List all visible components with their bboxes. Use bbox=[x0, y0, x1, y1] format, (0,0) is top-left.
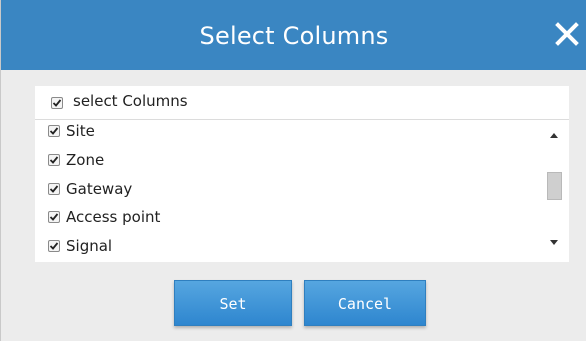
scrollbar-thumb[interactable] bbox=[547, 172, 562, 200]
checkmark-icon bbox=[49, 242, 59, 250]
column-list[interactable]: Site Zone Gateway Access point Signal bbox=[35, 120, 569, 262]
scroll-down-arrow-icon[interactable] bbox=[550, 240, 558, 245]
gateway-checkbox[interactable] bbox=[48, 183, 60, 195]
gateway-label: Gateway bbox=[66, 180, 133, 198]
signal-checkbox[interactable] bbox=[48, 240, 60, 252]
list-scrollbar[interactable] bbox=[540, 120, 569, 262]
dialog-titlebar: Select Columns bbox=[1, 0, 586, 70]
select-columns-dialog: Select Columns select Columns Site Zone … bbox=[0, 0, 586, 341]
select-all-label: select Columns bbox=[73, 92, 188, 110]
list-item-gateway[interactable]: Gateway bbox=[35, 178, 540, 204]
select-all-row[interactable]: select Columns bbox=[35, 86, 569, 120]
checkmark-icon bbox=[49, 213, 59, 221]
access-point-label: Access point bbox=[66, 208, 161, 226]
checkmark-icon bbox=[49, 185, 59, 193]
list-item-zone[interactable]: Zone bbox=[35, 149, 540, 175]
set-button[interactable]: Set bbox=[174, 280, 292, 326]
dialog-title: Select Columns bbox=[199, 22, 389, 50]
site-label: Site bbox=[66, 122, 95, 140]
site-checkbox[interactable] bbox=[48, 125, 60, 137]
zone-label: Zone bbox=[66, 151, 105, 169]
cancel-button[interactable]: Cancel bbox=[304, 280, 426, 326]
list-item-access-point[interactable]: Access point bbox=[35, 206, 540, 232]
access-point-checkbox[interactable] bbox=[48, 211, 60, 223]
checkmark-icon bbox=[49, 127, 59, 135]
checkmark-icon bbox=[52, 99, 62, 107]
zone-checkbox[interactable] bbox=[48, 154, 60, 166]
signal-label: Signal bbox=[66, 237, 113, 255]
column-list-panel: select Columns Site Zone Gateway Access … bbox=[35, 86, 569, 262]
list-item-signal[interactable]: Signal bbox=[35, 235, 540, 261]
select-all-checkbox[interactable] bbox=[51, 97, 63, 109]
checkmark-icon bbox=[49, 156, 59, 164]
close-icon[interactable] bbox=[553, 20, 581, 48]
list-item-site[interactable]: Site bbox=[35, 120, 540, 146]
scroll-up-arrow-icon[interactable] bbox=[550, 133, 558, 138]
